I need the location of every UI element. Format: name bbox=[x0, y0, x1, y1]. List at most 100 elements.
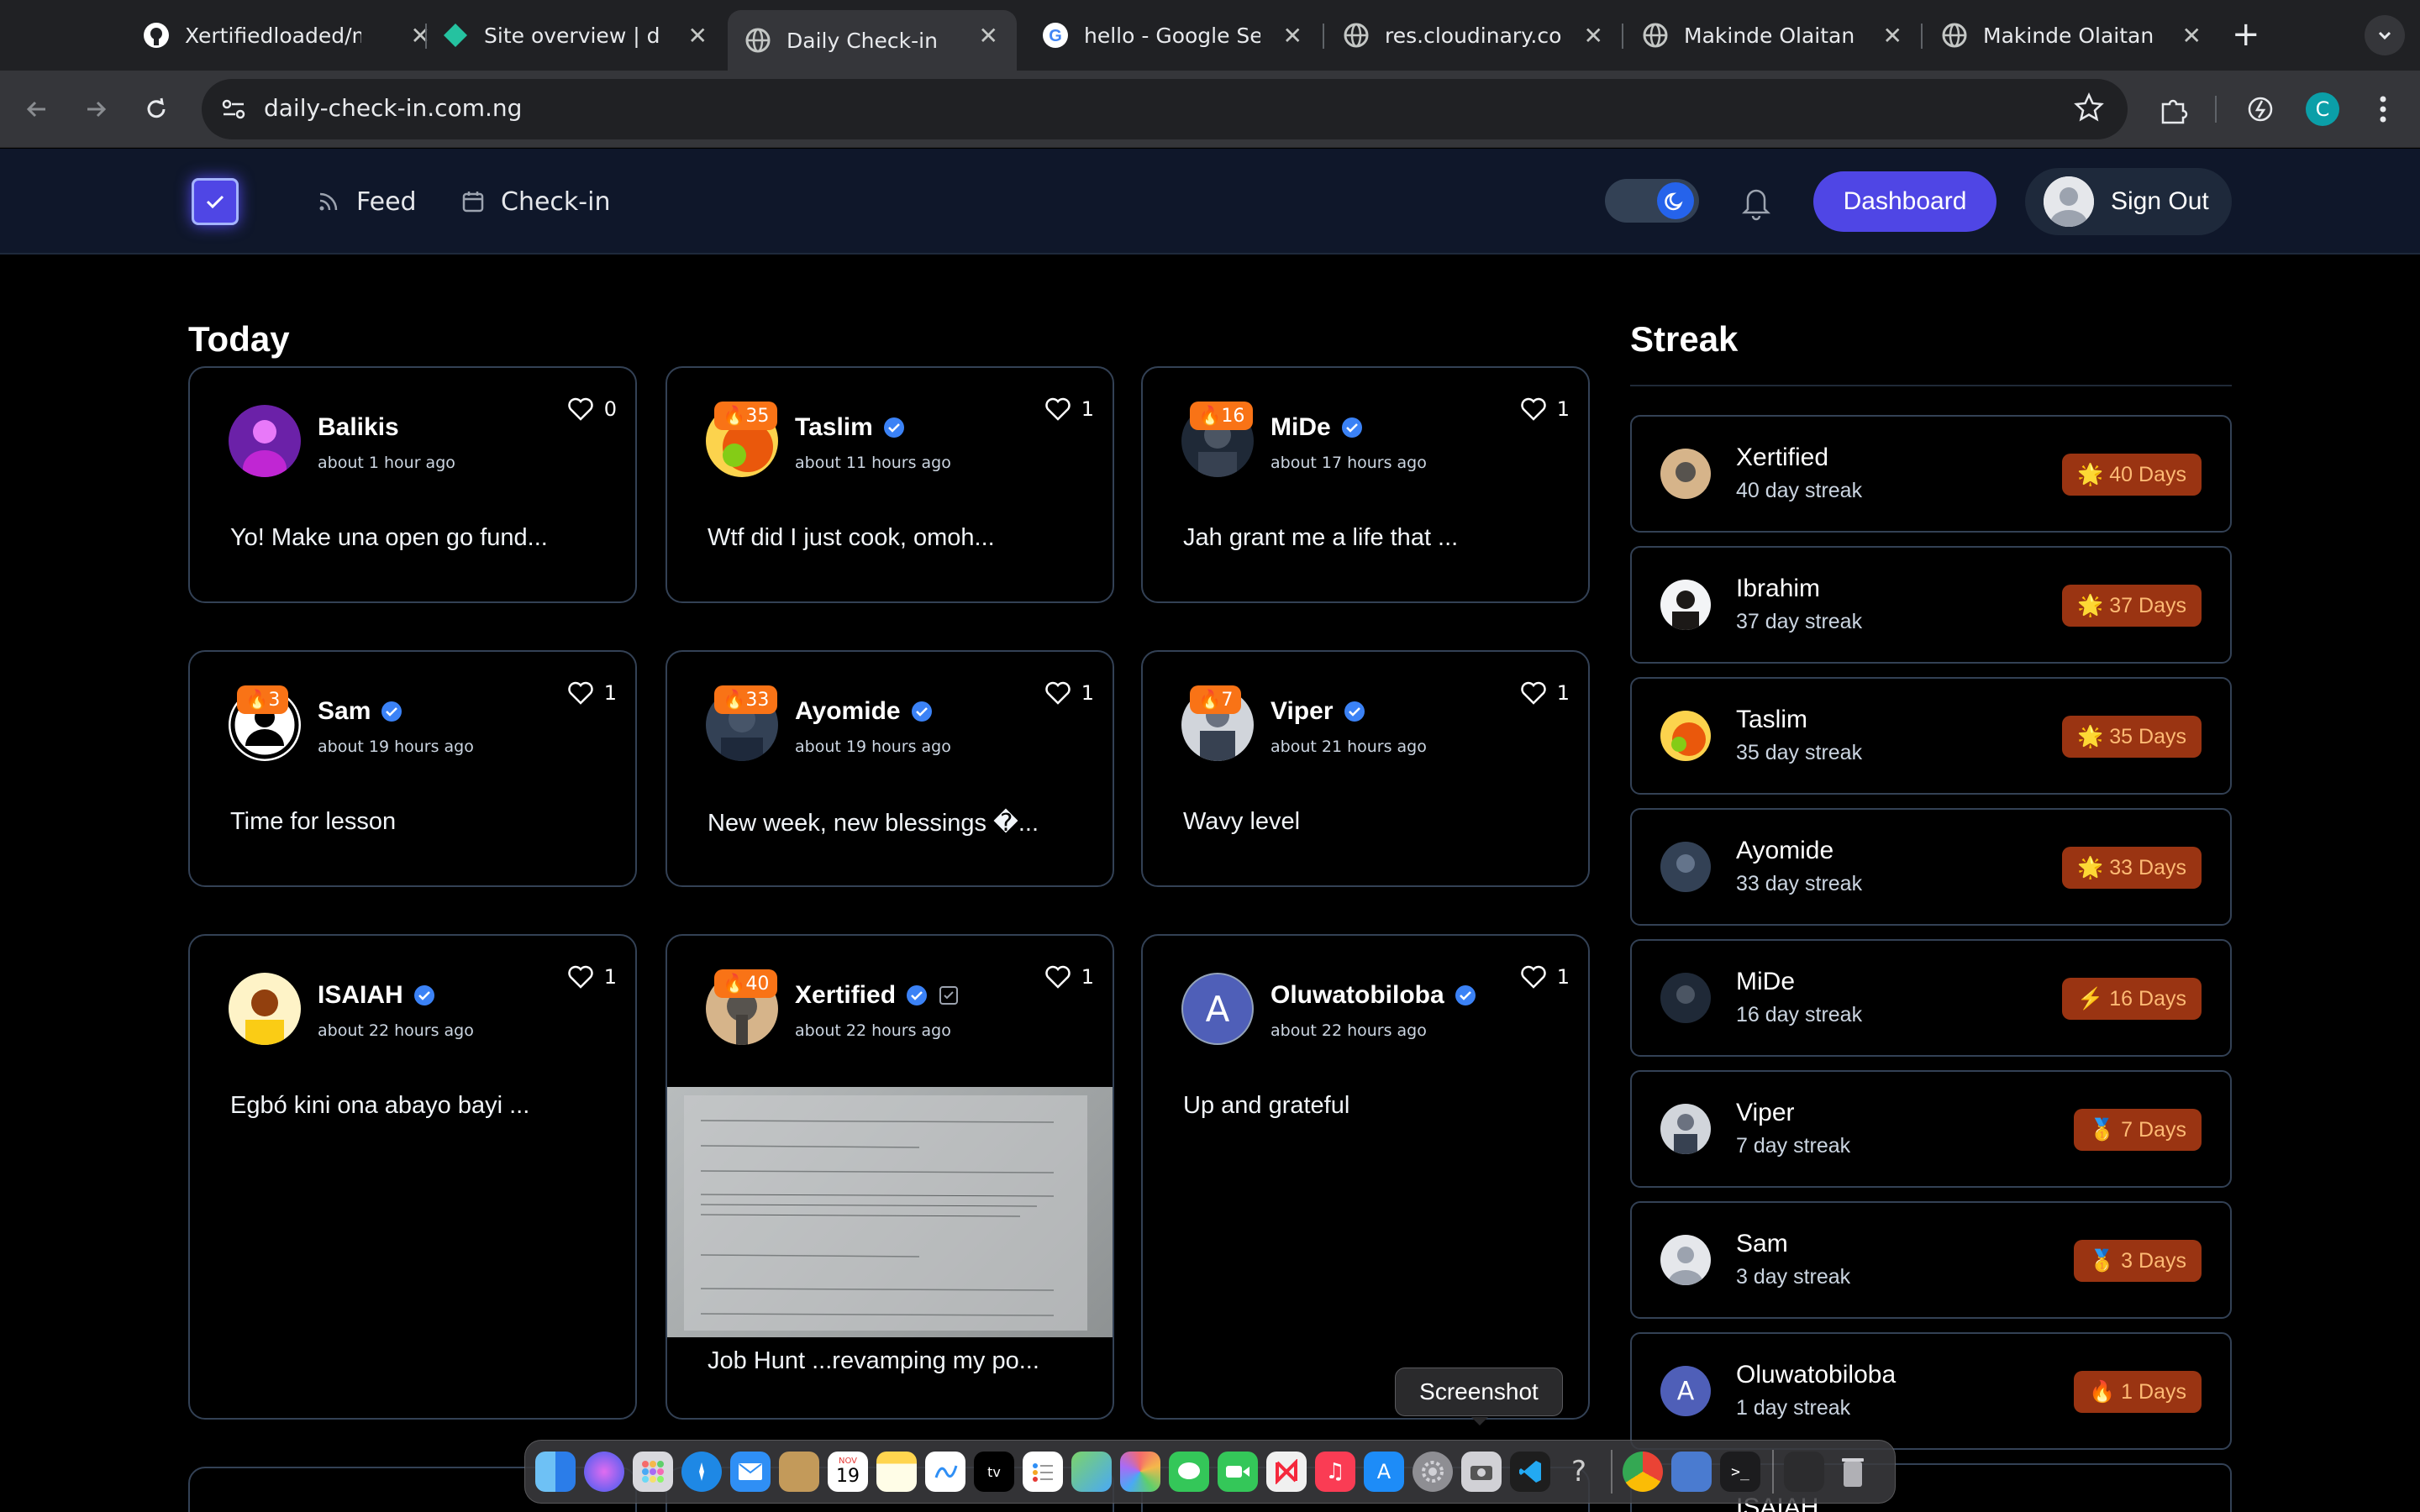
address-bar[interactable]: daily-check-in.com.ng bbox=[202, 79, 2128, 139]
post-card[interactable]: 🔥33 Ayomide about 19 hours ago 1 New wee… bbox=[666, 650, 1114, 887]
like-button[interactable]: 1 bbox=[1520, 680, 1570, 706]
streak-row[interactable]: Taslim 35 day streak 🌟 35 Days bbox=[1630, 677, 2232, 795]
post-card[interactable]: 🔥7 Viper about 21 hours ago 1 Wavy level bbox=[1141, 650, 1590, 887]
launchpad-icon[interactable] bbox=[633, 1452, 673, 1492]
streak-row[interactable]: Sam 3 day streak 🥇 3 Days bbox=[1630, 1201, 2232, 1319]
downloads-stack-icon[interactable] bbox=[1784, 1452, 1824, 1492]
profile-avatar[interactable]: C bbox=[2306, 92, 2339, 126]
back-arrow-icon[interactable] bbox=[15, 87, 59, 131]
post-card[interactable]: A Oluwatobiloba about 22 hours ago 1 Up … bbox=[1141, 934, 1590, 1420]
like-button[interactable]: 0 bbox=[567, 396, 617, 422]
post-author[interactable]: Sam bbox=[318, 697, 402, 726]
screenshot-camera-icon[interactable] bbox=[1461, 1452, 1502, 1492]
nav-feed[interactable]: Feed bbox=[316, 182, 417, 221]
post-author[interactable]: Balikis bbox=[318, 413, 399, 442]
streak-row[interactable]: Xertified 40 day streak 🌟 40 Days bbox=[1630, 415, 2232, 533]
post-card[interactable]: 🔥16 MiDe about 17 hours ago 1 Jah grant … bbox=[1141, 366, 1590, 603]
post-author[interactable]: MiDe bbox=[1270, 413, 1363, 442]
theme-toggle[interactable] bbox=[1605, 179, 1699, 223]
like-button[interactable]: 1 bbox=[1044, 396, 1094, 422]
close-icon[interactable]: ✕ bbox=[1883, 22, 1902, 50]
reload-icon[interactable] bbox=[134, 87, 178, 131]
browser-tab[interactable]: Makinde Olaitan ✕ bbox=[1625, 10, 1921, 60]
close-icon[interactable]: ✕ bbox=[979, 22, 998, 50]
new-tab-plus-icon[interactable]: + bbox=[2232, 15, 2260, 54]
app-store-icon[interactable]: A bbox=[1364, 1452, 1404, 1492]
like-button[interactable]: 1 bbox=[1044, 964, 1094, 990]
app-logo-check-icon[interactable] bbox=[192, 178, 239, 225]
like-button[interactable]: 1 bbox=[567, 680, 617, 706]
chrome-icon[interactable] bbox=[1623, 1452, 1663, 1492]
terminal-icon[interactable]: >_ bbox=[1720, 1452, 1760, 1492]
author-name: Sam bbox=[318, 697, 371, 725]
facetime-icon[interactable] bbox=[1218, 1452, 1258, 1492]
music-icon[interactable]: ♫ bbox=[1315, 1452, 1355, 1492]
post-image[interactable] bbox=[667, 1087, 1113, 1337]
contacts-icon[interactable] bbox=[779, 1452, 819, 1492]
post-card[interactable]: Balikis about 1 hour ago 0 Yo! Make una … bbox=[188, 366, 637, 603]
nav-checkin[interactable]: Check-in bbox=[460, 182, 610, 221]
browser-tab-active[interactable]: Daily Check-in ✕ bbox=[728, 10, 1017, 71]
browser-tab[interactable]: Makinde Olaitan ✕ bbox=[1924, 10, 2220, 60]
url-text[interactable]: daily-check-in.com.ng bbox=[264, 94, 522, 122]
extensions-puzzle-icon[interactable] bbox=[2154, 91, 2191, 128]
like-button[interactable]: 1 bbox=[1044, 680, 1094, 706]
site-info-icon[interactable] bbox=[217, 92, 250, 126]
reminders-icon[interactable] bbox=[1023, 1452, 1063, 1492]
help-question-icon[interactable]: ? bbox=[1559, 1452, 1599, 1492]
performance-icon[interactable] bbox=[2242, 91, 2279, 128]
apple-tv-icon[interactable]: tv bbox=[974, 1452, 1014, 1492]
like-button[interactable]: 1 bbox=[567, 964, 617, 990]
streak-row[interactable]: A Oluwatobiloba 1 day streak 🔥 1 Days bbox=[1630, 1332, 2232, 1450]
browser-tab[interactable]: Site overview | daily ✕ bbox=[425, 10, 726, 60]
like-button[interactable]: 1 bbox=[1520, 396, 1570, 422]
tab-search-chevron-icon[interactable] bbox=[2365, 15, 2405, 55]
post-author[interactable]: ISAIAH bbox=[318, 981, 435, 1010]
close-icon[interactable]: ✕ bbox=[1584, 22, 1603, 50]
dock-separator bbox=[1772, 1450, 1774, 1494]
browser-tab[interactable]: res.cloudinary.com ✕ bbox=[1326, 10, 1622, 60]
notification-bell-icon[interactable] bbox=[1738, 182, 1775, 221]
post-author[interactable]: Oluwatobiloba bbox=[1270, 981, 1476, 1010]
sign-out-button[interactable]: Sign Out bbox=[2025, 168, 2232, 235]
browser-tab[interactable]: Xertifiedloaded/makinde ✕ bbox=[126, 10, 449, 60]
post-card[interactable]: 🔥40 Xertified about 22 hours ago 1 Job H… bbox=[666, 934, 1114, 1420]
notes-icon[interactable] bbox=[876, 1452, 917, 1492]
streak-row[interactable]: Ibrahim 37 day streak 🌟 37 Days bbox=[1630, 546, 2232, 664]
browser-tab[interactable]: G hello - Google Search ✕ bbox=[1025, 10, 1321, 60]
like-button[interactable]: 1 bbox=[1520, 964, 1570, 990]
finder-icon[interactable] bbox=[535, 1452, 576, 1492]
streak-row[interactable]: MiDe 16 day streak ⚡ 16 Days bbox=[1630, 939, 2232, 1057]
messages-icon[interactable] bbox=[1169, 1452, 1209, 1492]
freeform-icon[interactable] bbox=[925, 1452, 965, 1492]
system-settings-gear-icon[interactable] bbox=[1413, 1452, 1453, 1492]
close-icon[interactable]: ✕ bbox=[2182, 22, 2202, 50]
news-icon[interactable] bbox=[1266, 1452, 1307, 1492]
mail-icon[interactable] bbox=[730, 1452, 771, 1492]
post-card[interactable]: ISAIAH about 22 hours ago 1 Egbó kini on… bbox=[188, 934, 637, 1420]
safari-compass-icon[interactable] bbox=[681, 1452, 722, 1492]
calendar-app-icon[interactable]: NOV 19 bbox=[828, 1452, 868, 1492]
streak-row[interactable]: Ayomide 33 day streak 🌟 33 Days bbox=[1630, 808, 2232, 926]
post-card[interactable]: 🔥35 Taslim about 11 hours ago 1 Wtf did … bbox=[666, 366, 1114, 603]
post-author[interactable]: Taslim bbox=[795, 413, 905, 442]
trash-icon[interactable] bbox=[1833, 1452, 1873, 1492]
post-time: about 19 hours ago bbox=[318, 738, 474, 756]
photos-icon[interactable] bbox=[1120, 1452, 1160, 1492]
post-author[interactable]: Ayomide bbox=[795, 697, 933, 726]
post-author[interactable]: Viper bbox=[1270, 697, 1365, 726]
kebab-menu-icon[interactable] bbox=[2365, 91, 2402, 128]
close-icon[interactable]: ✕ bbox=[1283, 22, 1302, 50]
streak-days-badge: 🥇 7 Days bbox=[2074, 1109, 2202, 1151]
streak-row[interactable]: Viper 7 day streak 🥇 7 Days bbox=[1630, 1070, 2232, 1188]
siri-icon[interactable] bbox=[584, 1452, 624, 1492]
post-card[interactable]: 🔥3 Sam about 19 hours ago 1 Time for les… bbox=[188, 650, 637, 887]
preview-icon[interactable] bbox=[1671, 1452, 1712, 1492]
post-author[interactable]: Xertified bbox=[795, 981, 960, 1010]
forward-arrow-icon[interactable] bbox=[74, 87, 118, 131]
dashboard-button[interactable]: Dashboard bbox=[1813, 171, 1996, 232]
vscode-icon[interactable] bbox=[1510, 1452, 1550, 1492]
maps-icon[interactable] bbox=[1071, 1452, 1112, 1492]
close-icon[interactable]: ✕ bbox=[688, 22, 708, 50]
bookmark-star-icon[interactable] bbox=[2072, 91, 2106, 124]
